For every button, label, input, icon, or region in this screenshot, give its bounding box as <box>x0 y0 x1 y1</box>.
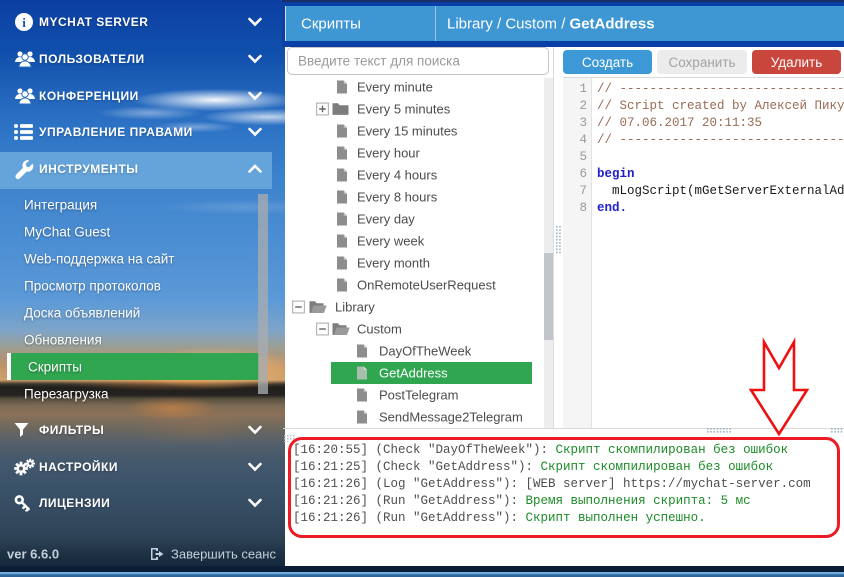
svg-text:i: i <box>22 15 26 30</box>
